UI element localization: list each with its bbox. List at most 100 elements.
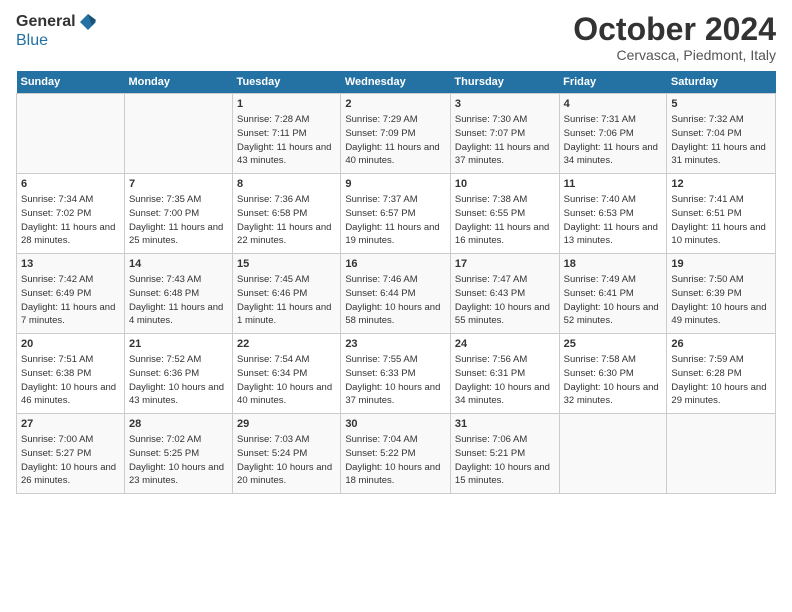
calendar-cell: 1 Sunrise: 7:28 AM Sunset: 7:11 PM Daylig… bbox=[233, 94, 341, 174]
calendar-cell bbox=[124, 94, 232, 174]
calendar-cell: 12Sunrise: 7:41 AM Sunset: 6:51 PM Dayli… bbox=[667, 174, 776, 254]
day-number: 29 bbox=[237, 417, 336, 432]
day-detail: Sunrise: 7:49 AM Sunset: 6:41 PM Dayligh… bbox=[564, 274, 659, 326]
calendar-cell bbox=[667, 414, 776, 494]
calendar-cell: 5 Sunrise: 7:32 AM Sunset: 7:04 PM Daylig… bbox=[667, 94, 776, 174]
calendar-week-5: 27 Sunrise: 7:00 AM Sunset: 5:27 PM Dayli… bbox=[17, 414, 776, 494]
day-detail: Sunrise: 7:06 AM Sunset: 5:21 PM Dayligh… bbox=[455, 434, 550, 486]
day-number: 26 bbox=[671, 337, 771, 352]
calendar-cell: 2 Sunrise: 7:29 AM Sunset: 7:09 PM Daylig… bbox=[341, 94, 451, 174]
calendar-cell: 26 Sunrise: 7:59 AM Sunset: 6:28 PM Dayli… bbox=[667, 334, 776, 414]
day-number: 23 bbox=[345, 337, 446, 352]
day-detail: Sunrise: 7:58 AM Sunset: 6:30 PM Dayligh… bbox=[564, 354, 659, 406]
calendar-cell: 31 Sunrise: 7:06 AM Sunset: 5:21 PM Dayli… bbox=[450, 414, 559, 494]
calendar-week-4: 20 Sunrise: 7:51 AM Sunset: 6:38 PM Dayli… bbox=[17, 334, 776, 414]
calendar-cell: 25 Sunrise: 7:58 AM Sunset: 6:30 PM Dayli… bbox=[559, 334, 667, 414]
day-number: 8 bbox=[237, 177, 336, 192]
day-detail: Sunrise: 7:42 AM Sunset: 6:49 PM Dayligh… bbox=[21, 274, 115, 326]
main-title: October 2024 bbox=[573, 12, 776, 47]
calendar-cell bbox=[17, 94, 125, 174]
day-detail: Sunrise: 7:51 AM Sunset: 6:38 PM Dayligh… bbox=[21, 354, 116, 406]
day-detail: Sunrise: 7:35 AM Sunset: 7:00 PM Dayligh… bbox=[129, 194, 223, 246]
calendar-cell: 24 Sunrise: 7:56 AM Sunset: 6:31 PM Dayli… bbox=[450, 334, 559, 414]
day-number: 28 bbox=[129, 417, 228, 432]
page: General Blue October 2024 Cervasca, Pied… bbox=[0, 0, 792, 506]
calendar-cell: 8 Sunrise: 7:36 AM Sunset: 6:58 PM Daylig… bbox=[233, 174, 341, 254]
day-detail: Sunrise: 7:03 AM Sunset: 5:24 PM Dayligh… bbox=[237, 434, 332, 486]
day-number: 6 bbox=[21, 177, 120, 192]
day-number: 25 bbox=[564, 337, 663, 352]
calendar-cell: 17 Sunrise: 7:47 AM Sunset: 6:43 PM Dayli… bbox=[450, 254, 559, 334]
day-number: 1 bbox=[237, 97, 336, 112]
day-detail: Sunrise: 7:02 AM Sunset: 5:25 PM Dayligh… bbox=[129, 434, 224, 486]
calendar-week-1: 1 Sunrise: 7:28 AM Sunset: 7:11 PM Daylig… bbox=[17, 94, 776, 174]
day-number: 30 bbox=[345, 417, 446, 432]
day-detail: Sunrise: 7:32 AM Sunset: 7:04 PM Dayligh… bbox=[671, 114, 765, 166]
col-header-friday: Friday bbox=[559, 71, 667, 94]
day-number: 18 bbox=[564, 257, 663, 272]
title-block: October 2024 Cervasca, Piedmont, Italy bbox=[573, 12, 776, 63]
calendar-cell: 11Sunrise: 7:40 AM Sunset: 6:53 PM Dayli… bbox=[559, 174, 667, 254]
calendar-cell: 10Sunrise: 7:38 AM Sunset: 6:55 PM Dayli… bbox=[450, 174, 559, 254]
day-detail: Sunrise: 7:04 AM Sunset: 5:22 PM Dayligh… bbox=[345, 434, 440, 486]
header: General Blue October 2024 Cervasca, Pied… bbox=[16, 12, 776, 63]
day-detail: Sunrise: 7:59 AM Sunset: 6:28 PM Dayligh… bbox=[671, 354, 766, 406]
col-header-monday: Monday bbox=[124, 71, 232, 94]
day-detail: Sunrise: 7:34 AM Sunset: 7:02 PM Dayligh… bbox=[21, 194, 115, 246]
day-detail: Sunrise: 7:47 AM Sunset: 6:43 PM Dayligh… bbox=[455, 274, 550, 326]
calendar-cell: 14 Sunrise: 7:43 AM Sunset: 6:48 PM Dayli… bbox=[124, 254, 232, 334]
day-number: 5 bbox=[671, 97, 771, 112]
day-detail: Sunrise: 7:52 AM Sunset: 6:36 PM Dayligh… bbox=[129, 354, 224, 406]
col-header-saturday: Saturday bbox=[667, 71, 776, 94]
day-number: 17 bbox=[455, 257, 555, 272]
day-number: 15 bbox=[237, 257, 336, 272]
day-number: 24 bbox=[455, 337, 555, 352]
logo-blue-text: Blue bbox=[16, 32, 48, 49]
calendar-cell: 23 Sunrise: 7:55 AM Sunset: 6:33 PM Dayli… bbox=[341, 334, 451, 414]
day-detail: Sunrise: 7:29 AM Sunset: 7:09 PM Dayligh… bbox=[345, 114, 439, 166]
calendar-week-2: 6 Sunrise: 7:34 AM Sunset: 7:02 PM Daylig… bbox=[17, 174, 776, 254]
calendar-cell: 21 Sunrise: 7:52 AM Sunset: 6:36 PM Dayli… bbox=[124, 334, 232, 414]
day-number: 19 bbox=[671, 257, 771, 272]
day-number: 9 bbox=[345, 177, 446, 192]
logo: General Blue bbox=[16, 12, 98, 50]
day-number: 21 bbox=[129, 337, 228, 352]
day-detail: Sunrise: 7:00 AM Sunset: 5:27 PM Dayligh… bbox=[21, 434, 116, 486]
col-header-thursday: Thursday bbox=[450, 71, 559, 94]
day-detail: Sunrise: 7:40 AM Sunset: 6:53 PM Dayligh… bbox=[564, 194, 658, 246]
calendar-cell: 28 Sunrise: 7:02 AM Sunset: 5:25 PM Dayli… bbox=[124, 414, 232, 494]
day-detail: Sunrise: 7:43 AM Sunset: 6:48 PM Dayligh… bbox=[129, 274, 223, 326]
calendar-week-3: 13Sunrise: 7:42 AM Sunset: 6:49 PM Dayli… bbox=[17, 254, 776, 334]
calendar-cell: 20 Sunrise: 7:51 AM Sunset: 6:38 PM Dayli… bbox=[17, 334, 125, 414]
day-number: 3 bbox=[455, 97, 555, 112]
calendar-cell: 9 Sunrise: 7:37 AM Sunset: 6:57 PM Daylig… bbox=[341, 174, 451, 254]
calendar-cell: 4Sunrise: 7:31 AM Sunset: 7:06 PM Daylig… bbox=[559, 94, 667, 174]
day-number: 20 bbox=[21, 337, 120, 352]
day-number: 22 bbox=[237, 337, 336, 352]
day-number: 14 bbox=[129, 257, 228, 272]
day-detail: Sunrise: 7:36 AM Sunset: 6:58 PM Dayligh… bbox=[237, 194, 331, 246]
day-detail: Sunrise: 7:30 AM Sunset: 7:07 PM Dayligh… bbox=[455, 114, 549, 166]
day-number: 27 bbox=[21, 417, 120, 432]
calendar-cell: 27 Sunrise: 7:00 AM Sunset: 5:27 PM Dayli… bbox=[17, 414, 125, 494]
day-number: 31 bbox=[455, 417, 555, 432]
day-detail: Sunrise: 7:28 AM Sunset: 7:11 PM Dayligh… bbox=[237, 114, 331, 166]
day-detail: Sunrise: 7:50 AM Sunset: 6:39 PM Dayligh… bbox=[671, 274, 766, 326]
calendar-cell bbox=[559, 414, 667, 494]
subtitle: Cervasca, Piedmont, Italy bbox=[573, 47, 776, 63]
calendar-cell: 15 Sunrise: 7:45 AM Sunset: 6:46 PM Dayli… bbox=[233, 254, 341, 334]
day-number: 10 bbox=[455, 177, 555, 192]
calendar-cell: 18 Sunrise: 7:49 AM Sunset: 6:41 PM Dayli… bbox=[559, 254, 667, 334]
logo-general-text: General bbox=[16, 13, 76, 31]
day-number: 4 bbox=[564, 97, 663, 112]
day-detail: Sunrise: 7:37 AM Sunset: 6:57 PM Dayligh… bbox=[345, 194, 439, 246]
day-detail: Sunrise: 7:55 AM Sunset: 6:33 PM Dayligh… bbox=[345, 354, 440, 406]
calendar-cell: 13Sunrise: 7:42 AM Sunset: 6:49 PM Dayli… bbox=[17, 254, 125, 334]
day-detail: Sunrise: 7:56 AM Sunset: 6:31 PM Dayligh… bbox=[455, 354, 550, 406]
calendar-header-row: SundayMondayTuesdayWednesdayThursdayFrid… bbox=[17, 71, 776, 94]
day-detail: Sunrise: 7:46 AM Sunset: 6:44 PM Dayligh… bbox=[345, 274, 440, 326]
day-number: 2 bbox=[345, 97, 446, 112]
day-detail: Sunrise: 7:45 AM Sunset: 6:46 PM Dayligh… bbox=[237, 274, 331, 326]
calendar-cell: 6 Sunrise: 7:34 AM Sunset: 7:02 PM Daylig… bbox=[17, 174, 125, 254]
col-header-wednesday: Wednesday bbox=[341, 71, 451, 94]
